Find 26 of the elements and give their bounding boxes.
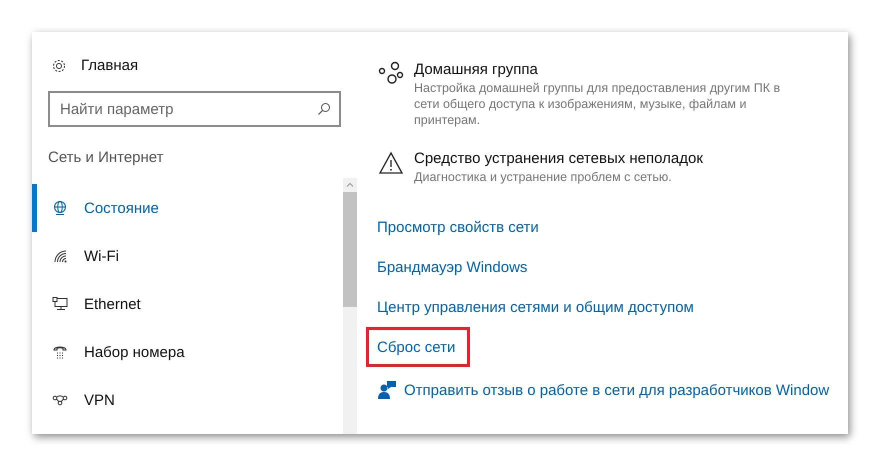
settings-link[interactable]: Брандмауэр Windows xyxy=(377,247,536,287)
feedback-link[interactable]: Отправить отзыв о работе в сети для разработчиков Window xyxy=(404,382,830,398)
search-field[interactable]: Найти параметр xyxy=(48,91,341,127)
entry-title[interactable]: Средство устранения сетевых неполадок xyxy=(414,150,809,167)
entry-description: Настройка домашней группы для предоставления другим ПК в сети общего доступа к изображениям, музыке, файлам и принтерам. xyxy=(414,80,782,128)
nav-item[interactable]: Набор номера xyxy=(32,328,343,376)
settings-link[interactable]: Центр управления сетями и общим доступом xyxy=(377,287,702,327)
nav-item[interactable]: VPN xyxy=(32,376,343,424)
scroll-thumb[interactable] xyxy=(343,192,357,307)
scroll-up-icon[interactable] xyxy=(346,182,354,187)
entry-title[interactable]: Домашняя группа xyxy=(414,61,809,78)
person-chat-icon xyxy=(378,381,396,399)
search-icon xyxy=(317,102,331,116)
home-link[interactable]: Главная xyxy=(51,57,138,74)
scrollbar[interactable] xyxy=(343,178,357,434)
section-heading: Сеть и Интернет xyxy=(48,149,164,166)
settings-link[interactable]: Просмотр свойств сети xyxy=(377,207,547,247)
monitor-icon xyxy=(52,296,68,312)
settings-link[interactable]: Сброс сети xyxy=(366,327,470,367)
warning-icon xyxy=(378,150,404,176)
entry-description: Диагностика и устранение проблем с сетью. xyxy=(414,169,673,185)
nav-item[interactable]: Wi-Fi xyxy=(32,232,343,280)
wifi-icon xyxy=(52,248,68,264)
nav-item[interactable]: Ethernet xyxy=(32,280,343,328)
globe-icon xyxy=(52,200,68,216)
gear-icon xyxy=(51,58,67,74)
